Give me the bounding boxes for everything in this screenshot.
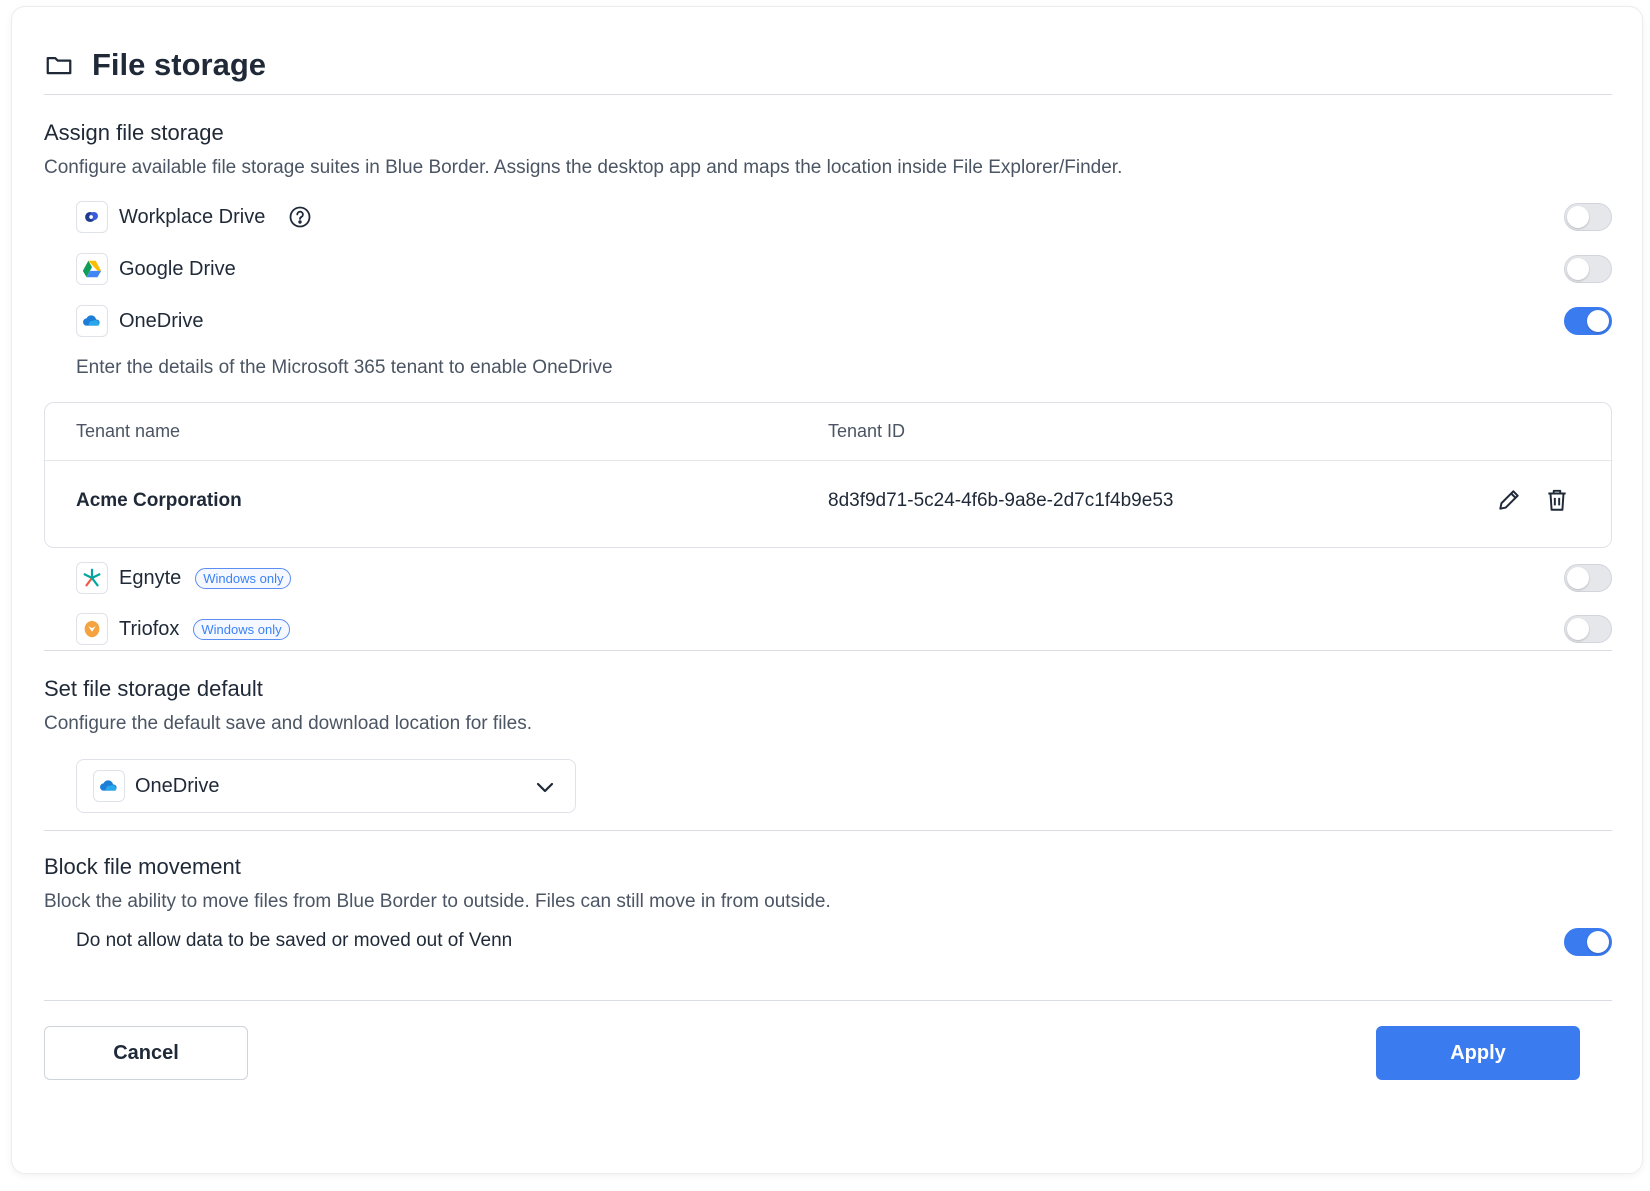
assign-section-title: Assign file storage	[44, 120, 224, 145]
triofox-toggle[interactable]	[1564, 615, 1612, 643]
file-storage-card: File storage Assign file storage Configu…	[11, 6, 1643, 1174]
cancel-button[interactable]: Cancel	[44, 1026, 248, 1080]
block-section-title: Block file movement	[44, 854, 241, 879]
divider	[44, 650, 1612, 651]
onedrive-toggle[interactable]	[1564, 307, 1612, 335]
windows-only-badge: Windows only	[193, 618, 290, 640]
provider-name: Workplace Drive	[119, 205, 266, 228]
selected-value: OneDrive	[135, 774, 220, 797]
page-title: File storage	[92, 47, 266, 82]
block-section-description: Block the ability to move files from Blu…	[44, 891, 831, 912]
tenant-id-cell: 8d3f9d71-5c24-4f6b-9a8e-2d7c1f4b9e53	[828, 490, 1174, 511]
default-storage-select[interactable]: OneDrive	[76, 759, 576, 813]
block-option-label: Do not allow data to be saved or moved o…	[76, 930, 513, 951]
provider-onedrive: OneDrive	[76, 304, 203, 338]
onedrive-icon	[76, 305, 108, 337]
divider	[44, 94, 1612, 95]
provider-egnyte: Egnyte Windows only	[76, 561, 292, 595]
google-drive-toggle[interactable]	[1564, 255, 1612, 283]
provider-name: Egnyte	[119, 566, 182, 589]
column-header-tenant-id: Tenant ID	[828, 421, 906, 441]
tenant-name-cell: Acme Corporation	[76, 490, 242, 511]
triofox-icon	[76, 613, 108, 645]
help-icon[interactable]	[288, 205, 312, 229]
workplace-drive-icon	[76, 201, 108, 233]
apply-button[interactable]: Apply	[1376, 1026, 1580, 1080]
divider	[44, 1000, 1612, 1001]
google-drive-icon	[76, 253, 108, 285]
provider-name: OneDrive	[119, 309, 204, 332]
assign-section-description: Configure available file storage suites …	[44, 157, 1123, 178]
default-section-title: Set file storage default	[44, 676, 263, 701]
tenant-table: Tenant name Tenant ID Acme Corporation 8…	[44, 402, 1612, 548]
windows-only-badge: Windows only	[195, 567, 292, 589]
page-header: File storage	[44, 43, 266, 87]
workplace-drive-toggle[interactable]	[1564, 203, 1612, 231]
onedrive-icon	[93, 770, 125, 802]
egnyte-toggle[interactable]	[1564, 564, 1612, 592]
tenant-table-header: Tenant name Tenant ID	[45, 403, 1611, 461]
edit-pencil-icon[interactable]	[1496, 487, 1522, 513]
block-file-movement-toggle[interactable]	[1564, 928, 1612, 956]
egnyte-icon	[76, 562, 108, 594]
chevron-down-icon	[536, 782, 554, 793]
onedrive-tenant-hint: Enter the details of the Microsoft 365 t…	[76, 357, 613, 378]
column-header-tenant-name: Tenant name	[76, 421, 181, 441]
provider-google-drive: Google Drive	[76, 252, 236, 286]
provider-name: Triofox	[119, 617, 180, 640]
default-section-description: Configure the default save and download …	[44, 713, 532, 734]
delete-trash-icon[interactable]	[1544, 487, 1570, 513]
folder-icon	[46, 57, 72, 75]
provider-triofox: Triofox Windows only	[76, 612, 290, 646]
divider	[44, 830, 1612, 831]
provider-workplace-drive: Workplace Drive	[76, 200, 312, 234]
provider-name: Google Drive	[119, 257, 236, 280]
